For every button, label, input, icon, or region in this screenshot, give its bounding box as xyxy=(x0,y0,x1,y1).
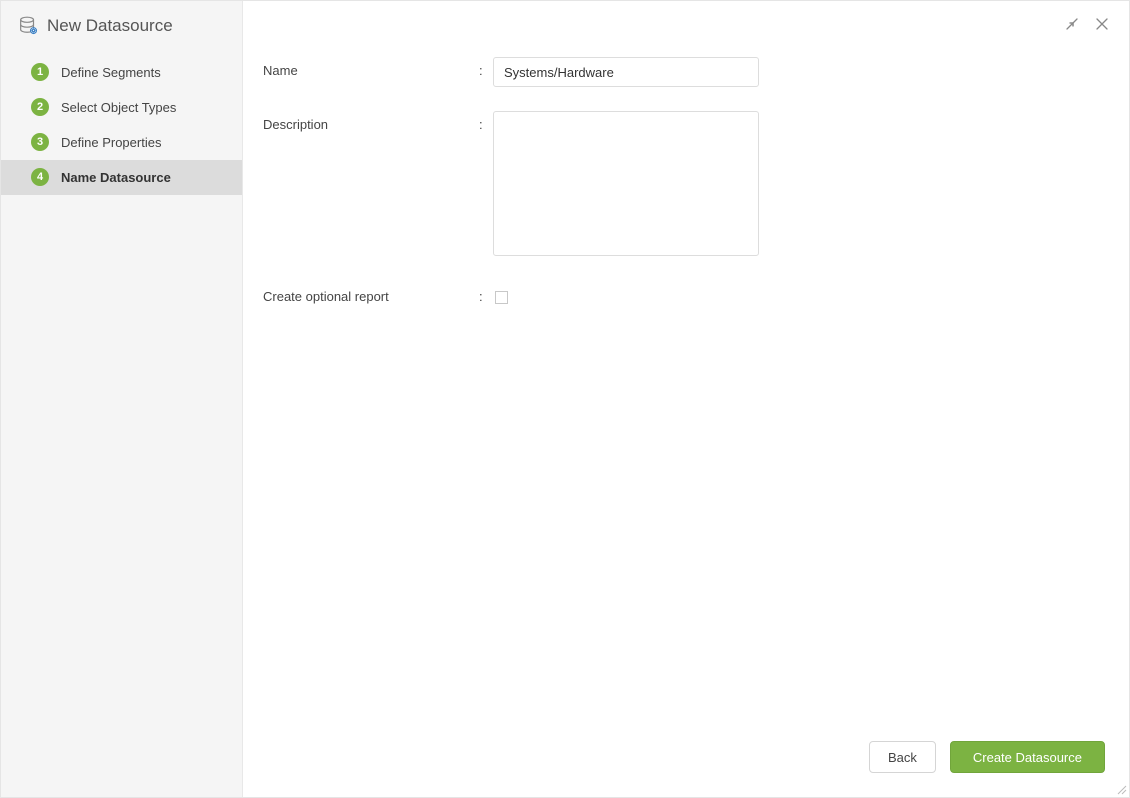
form-area: Name : Description : Create optional rep… xyxy=(263,19,1109,331)
description-input[interactable] xyxy=(493,111,759,256)
window-controls xyxy=(1063,15,1111,33)
description-row: Description : xyxy=(263,111,1109,259)
step-number-badge: 1 xyxy=(31,63,49,81)
name-label: Name xyxy=(263,57,479,78)
maximize-icon[interactable] xyxy=(1063,15,1081,33)
close-icon[interactable] xyxy=(1093,15,1111,33)
create-report-row: Create optional report : xyxy=(263,283,1109,307)
step-select-object-types[interactable]: 2 Select Object Types xyxy=(1,90,242,125)
step-label: Select Object Types xyxy=(61,100,176,115)
create-datasource-button[interactable]: Create Datasource xyxy=(950,741,1105,773)
description-label: Description xyxy=(263,111,479,132)
colon: : xyxy=(479,283,493,304)
main-panel: Name : Description : Create optional rep… xyxy=(243,1,1129,797)
step-label: Define Segments xyxy=(61,65,161,80)
step-label: Name Datasource xyxy=(61,170,171,185)
colon: : xyxy=(479,57,493,78)
step-number-badge: 2 xyxy=(31,98,49,116)
dialog-window: New Datasource 1 Define Segments 2 Selec… xyxy=(0,0,1130,798)
colon: : xyxy=(479,111,493,132)
dialog-title: New Datasource xyxy=(47,16,173,36)
step-define-segments[interactable]: 1 Define Segments xyxy=(1,55,242,90)
name-input[interactable] xyxy=(493,57,759,87)
create-report-label: Create optional report xyxy=(263,283,479,304)
resize-handle-icon[interactable] xyxy=(1115,783,1127,795)
sidebar-header: New Datasource xyxy=(1,1,242,55)
name-row: Name : xyxy=(263,57,1109,87)
datasource-icon xyxy=(17,15,39,37)
dialog-footer: Back Create Datasource xyxy=(263,741,1109,777)
create-report-checkbox[interactable] xyxy=(495,291,508,304)
step-number-badge: 4 xyxy=(31,168,49,186)
step-number-badge: 3 xyxy=(31,133,49,151)
wizard-sidebar: New Datasource 1 Define Segments 2 Selec… xyxy=(1,1,243,797)
back-button[interactable]: Back xyxy=(869,741,936,773)
step-define-properties[interactable]: 3 Define Properties xyxy=(1,125,242,160)
step-name-datasource[interactable]: 4 Name Datasource xyxy=(1,160,242,195)
step-label: Define Properties xyxy=(61,135,161,150)
wizard-steps: 1 Define Segments 2 Select Object Types … xyxy=(1,55,242,195)
